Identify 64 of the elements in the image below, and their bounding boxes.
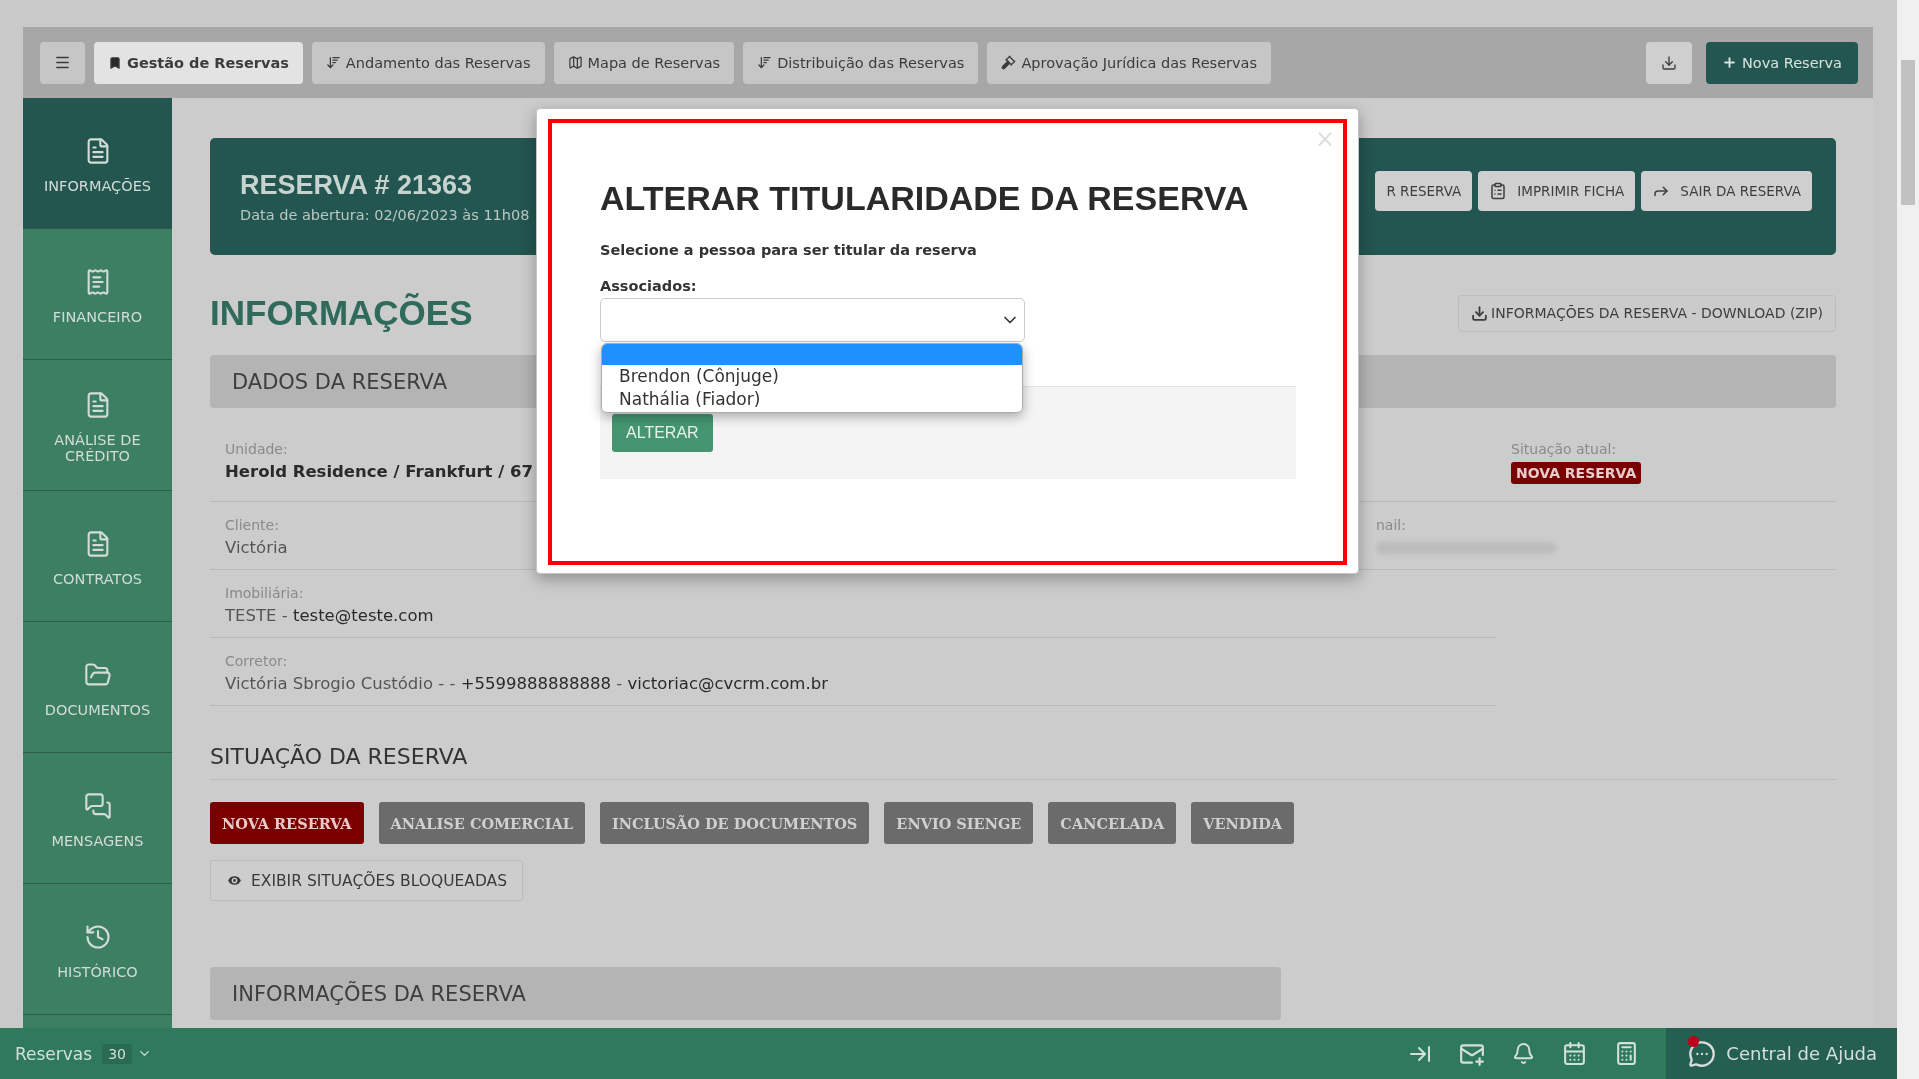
status-button[interactable]: INCLUSÃO DE DOCUMENTOS: [600, 802, 870, 844]
zip-download-button[interactable]: INFORMAÇÕES DA RESERVA - DOWNLOAD (ZIP): [1458, 294, 1836, 332]
help-center-button[interactable]: Central de Ajuda: [1666, 1028, 1897, 1079]
field-label: Unidade:: [225, 441, 288, 457]
sort-icon: [325, 55, 341, 70]
nav-tab[interactable]: Distribuição das Reservas: [743, 41, 979, 84]
page-title: INFORMAÇÕES: [210, 293, 473, 333]
field-label: nail:: [1376, 517, 1406, 533]
status-button[interactable]: CANCELADA: [1048, 802, 1177, 844]
nav-tab[interactable]: Andamento das Reservas: [311, 41, 545, 84]
show-blocked-button[interactable]: EXIBIR SITUAÇÕES BLOQUEADAS: [210, 860, 523, 901]
status-button[interactable]: ENVIO SIENGE: [884, 802, 1034, 844]
scrollbar[interactable]: [1897, 0, 1919, 1079]
reservations-count: 30: [102, 1043, 132, 1064]
change-button[interactable]: ALTERAR: [612, 413, 713, 452]
header-action-button[interactable]: R RESERVA: [1375, 170, 1473, 211]
section-title: SITUAÇÃO DA RESERVA: [210, 744, 1836, 780]
status-button[interactable]: NOVA RESERVA: [210, 802, 364, 844]
nav-tab[interactable]: Gestão de Reservas: [94, 41, 303, 84]
header-action-button[interactable]: IMPRIMIR FICHA: [1478, 170, 1636, 211]
field-value: Victória Sbrogio Custódio - - +5599888888888 - victoriac@cvcrm.com.br: [225, 674, 828, 693]
status-button[interactable]: VENDIDA: [1191, 802, 1295, 844]
reservation-title: RESERVA # 21363: [240, 170, 474, 201]
modal-title: ALTERAR TITULARIDADE DA RESERVA: [600, 178, 1249, 219]
field-value: Victória: [225, 538, 288, 557]
field-label: Associados:: [600, 277, 697, 294]
field-label: Imobiliária:: [225, 585, 304, 601]
download-icon: [1471, 304, 1489, 322]
calendar-icon: [1562, 1041, 1588, 1066]
menu-icon: [54, 54, 71, 71]
field-label: Situação atual:: [1511, 441, 1617, 457]
calendar-button[interactable]: [1562, 1041, 1588, 1066]
opening-date: Data de abertura: 02/06/2023 às 11h08: [240, 207, 530, 223]
field-value: Herold Residence / Frankfurt / 67: [225, 462, 533, 481]
new-reservation-button[interactable]: Nova Reserva: [1705, 41, 1858, 84]
nav-tab[interactable]: Mapa de Reservas: [553, 41, 735, 84]
field-label: Cliente:: [225, 517, 279, 533]
dropdown-option[interactable]: Nathália (Fiador): [602, 387, 1022, 411]
download-button[interactable]: [1645, 41, 1692, 84]
scrollbar-thumb[interactable]: [1901, 60, 1915, 205]
clipboard-icon: [1489, 181, 1508, 200]
download-icon: [1660, 54, 1677, 71]
field-label: Corretor:: [225, 653, 288, 669]
chat-icon: [1688, 1039, 1717, 1068]
bell-icon: [1512, 1042, 1536, 1065]
header-action-button[interactable]: SAIR DA RESERVA: [1641, 170, 1812, 211]
instruction-text: Selecione a pessoa para ser titular da reserva: [600, 241, 977, 258]
dropdown-option[interactable]: Brendon (Cônjuge): [602, 364, 1022, 388]
sort-icon: [757, 55, 773, 70]
reservations-label: Reservas: [15, 1043, 93, 1064]
notifications-button[interactable]: [1512, 1042, 1536, 1065]
section-title: DADOS DA RESERVA: [232, 369, 447, 394]
status-badge: NOVA RESERVA: [1511, 462, 1642, 484]
sidebar-item[interactable]: INFORMAÇÕES: [23, 98, 172, 229]
chat-icon: [83, 792, 112, 821]
field-value: TESTE - teste@teste.com: [225, 606, 434, 625]
map-icon: [567, 55, 583, 70]
section-title: INFORMAÇÕES DA RESERVA: [232, 981, 526, 1006]
status-button[interactable]: ANALISE COMERCIAL: [378, 802, 585, 844]
menu-button[interactable]: [40, 41, 85, 84]
plus-icon: [1721, 55, 1737, 70]
gavel-icon: [1001, 55, 1017, 70]
nav-tab[interactable]: Aprovação Jurídica das Reservas: [987, 41, 1272, 84]
bookmark-icon: [108, 55, 122, 70]
